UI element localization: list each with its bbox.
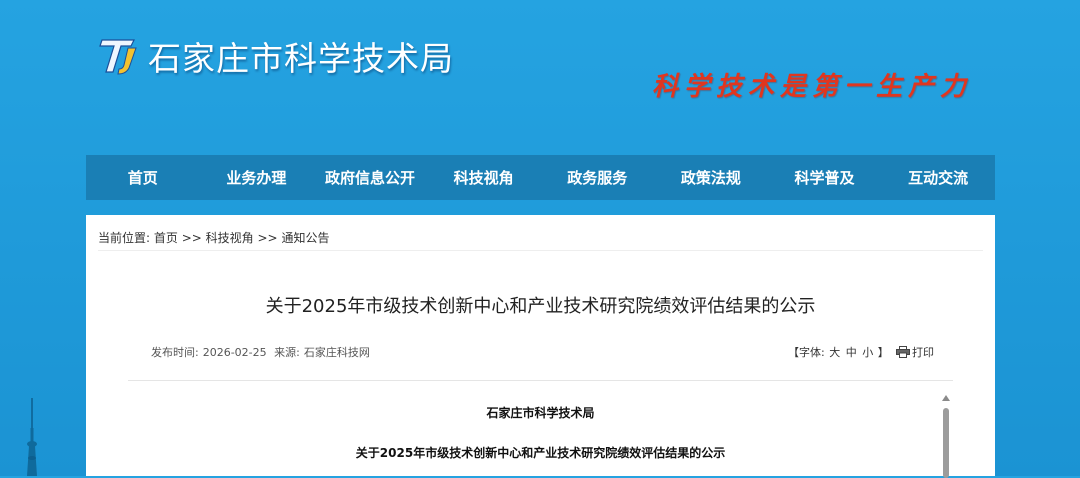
font-small-button[interactable]: 小 [862,346,873,359]
print-label: 打印 [912,346,934,359]
font-size-control: 【字体: 大 中 小 】 [788,344,889,360]
breadcrumb: 当前位置: 首页 >> 科技视角 >> 通知公告 [98,229,329,246]
tj-logo-icon[interactable] [98,34,140,76]
breadcrumb-separator: >> [181,231,202,245]
publish-label: 发布时间: [151,346,199,359]
scroll-thumb[interactable] [943,408,949,478]
print-button[interactable]: 打印 [896,344,934,360]
nav-item-business[interactable]: 业务办理 [200,167,314,188]
font-large-button[interactable]: 大 [829,346,840,359]
breadcrumb-prefix: 当前位置: [98,231,151,245]
breadcrumb-notices[interactable]: 通知公告 [281,231,329,245]
breadcrumb-tech-perspective[interactable]: 科技视角 [206,231,254,245]
font-size-close: 】 [877,346,889,359]
article-meta: 发布时间: 2026-02-25 来源: 石家庄科技网 [151,344,374,360]
scrollbar[interactable] [942,395,950,478]
font-medium-button[interactable]: 中 [846,346,857,359]
printer-icon [896,346,910,358]
breadcrumb-home[interactable]: 首页 [154,231,178,245]
content-panel: 当前位置: 首页 >> 科技视角 >> 通知公告 关于2025年市级技术创新中心… [86,215,995,478]
tv-tower-icon [27,398,37,476]
font-size-open: 【字体: [788,346,825,359]
site-header: 石家庄市科学技术局 科学技术是第一生产力 [0,0,1080,155]
article-title: 关于2025年市级技术创新中心和产业技术研究院绩效评估结果的公示 [265,296,816,317]
nav-item-interaction[interactable]: 互动交流 [881,167,995,188]
main-nav: 首页 业务办理 政府信息公开 科技视角 政务服务 政策法规 科学普及 互动交流 [86,155,995,200]
source-value: 石家庄科技网 [303,346,370,359]
nav-item-home[interactable]: 首页 [86,167,200,188]
breadcrumb-divider [98,250,983,251]
nav-item-gov-service[interactable]: 政务服务 [541,167,655,188]
breadcrumb-separator: >> [257,231,278,245]
body-org-name: 石家庄市科学技术局 [486,406,595,420]
slogan: 科学技术是第一生产力 [652,72,973,102]
publish-date: 2026-02-25 [202,346,267,359]
nav-item-tech-perspective[interactable]: 科技视角 [427,167,541,188]
scroll-up-arrow-icon[interactable] [942,395,950,401]
nav-item-policy[interactable]: 政策法规 [654,167,768,188]
article-divider [128,380,953,381]
nav-item-gov-info[interactable]: 政府信息公开 [313,167,427,188]
nav-item-science[interactable]: 科学普及 [768,167,882,188]
source-label: 来源: [274,346,300,359]
site-title[interactable]: 石家庄市科学技术局 [148,32,454,80]
body-title: 关于2025年市级技术创新中心和产业技术研究院绩效评估结果的公示 [355,446,726,460]
